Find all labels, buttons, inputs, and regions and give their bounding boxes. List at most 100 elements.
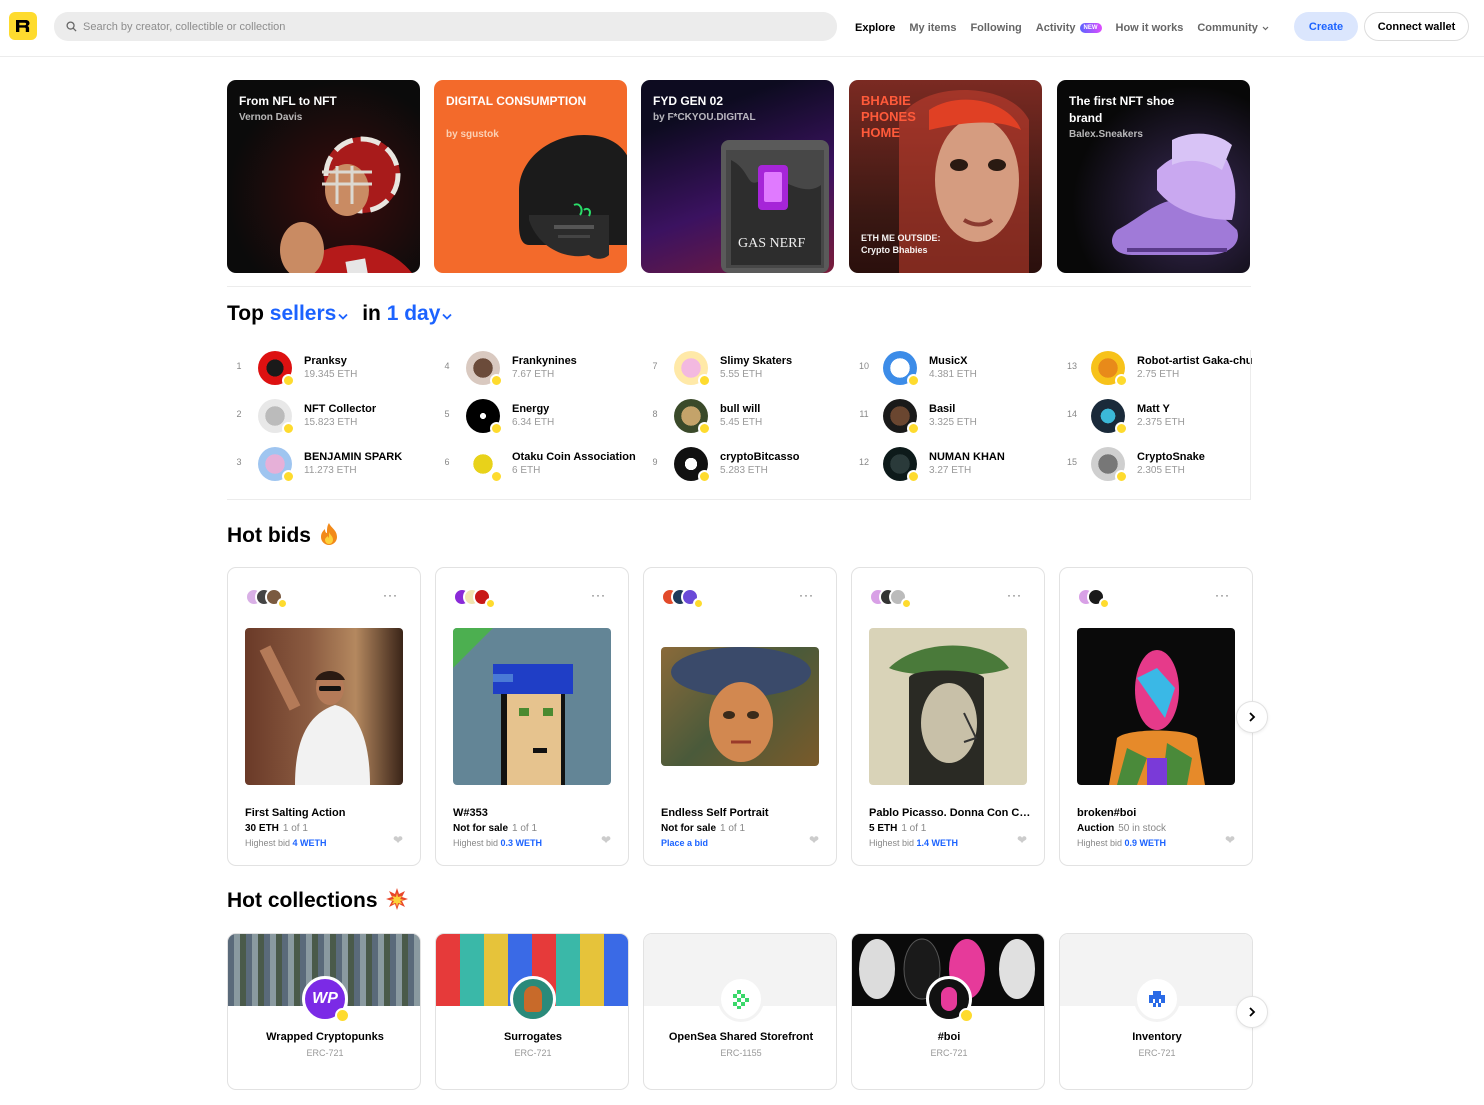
collection-card[interactable]: #boi ERC-721 <box>851 933 1045 1090</box>
collection-card[interactable]: OpenSea Shared Storefront ERC-1155 <box>643 933 837 1090</box>
nav-how-it-works[interactable]: How it works <box>1116 22 1184 34</box>
rarible-logo[interactable] <box>9 12 37 40</box>
promo-card-shoe-brand[interactable]: The first NFT shoe brand Balex.Sneakers <box>1057 80 1250 273</box>
more-options-icon[interactable]: ··· <box>799 588 814 602</box>
chevron-down-icon <box>442 313 453 320</box>
seller-name: Frankynines <box>512 355 577 367</box>
highest-bid-value[interactable]: 0.3 WETH <box>501 838 543 848</box>
highest-bid-value[interactable]: 4 WETH <box>293 838 327 848</box>
seller-volume: 4.381 ETH <box>929 369 977 380</box>
heart-icon[interactable]: ❤ <box>601 833 611 847</box>
seller-row[interactable]: 9 cryptoBitcasso 5.283 ETH <box>648 444 848 484</box>
item-title: Pablo Picasso. Donna Con Cappello <box>869 807 1034 819</box>
nav-my-items[interactable]: My items <box>909 22 956 34</box>
seller-rank: 12 <box>858 457 869 467</box>
seller-row[interactable]: 13 Robot-artist Gaka-chu 2.75 ETH <box>1065 348 1265 388</box>
seller-row[interactable]: 14 Matt Y 2.375 ETH <box>1065 396 1265 436</box>
heart-icon[interactable]: ❤ <box>809 833 819 847</box>
highest-bid-label: Highest bid <box>453 838 499 848</box>
highest-bid-value[interactable]: 1.4 WETH <box>917 838 959 848</box>
bid-card[interactable]: ··· Pablo Picasso. Donna Con Cappello 5 … <box>851 567 1045 866</box>
more-options-icon[interactable]: ··· <box>383 588 398 602</box>
seller-name: bull will <box>720 403 761 415</box>
collection-card[interactable]: Surrogates ERC-721 <box>435 933 629 1090</box>
seller-row[interactable]: 3 BENJAMIN SPARK 11.273 ETH <box>232 444 432 484</box>
artwork-image[interactable] <box>245 628 403 785</box>
collection-card[interactable]: Inventory ERC-721 <box>1059 933 1253 1090</box>
search-bar[interactable] <box>54 12 837 41</box>
seller-volume: 19.345 ETH <box>304 369 358 380</box>
verified-check-icon <box>693 598 704 609</box>
section-divider <box>227 499 1251 500</box>
promo-card-bhabie[interactable]: BHABIE PHONES HOME ETH ME OUTSIDE: Crypt… <box>849 80 1042 273</box>
search-input[interactable] <box>83 20 783 33</box>
hot-collections-title: Hot collections <box>227 889 378 912</box>
pixel-identicon-icon <box>733 990 749 1009</box>
connect-wallet-button[interactable]: Connect wallet <box>1364 12 1469 41</box>
seller-name: Basil <box>929 403 956 415</box>
collection-standard: ERC-721 <box>930 1048 968 1058</box>
bid-card[interactable]: ··· broken#boi Auction 50 in stock Highes… <box>1059 567 1253 866</box>
promo-card-digital-consumption[interactable]: DIGITAL CONSUMPTION by sgustok <box>434 80 627 273</box>
collection-name: #boi <box>937 1031 961 1043</box>
heart-icon[interactable]: ❤ <box>1225 833 1235 847</box>
seller-row[interactable]: 7 Slimy Skaters 5.55 ETH <box>648 348 848 388</box>
artwork-image[interactable] <box>453 628 611 785</box>
seller-volume: 3.27 ETH <box>929 465 972 476</box>
create-button[interactable]: Create <box>1294 12 1358 41</box>
seller-row[interactable]: 8 bull will 5.45 ETH <box>648 396 848 436</box>
price-value: 30 ETH <box>245 823 279 834</box>
seller-row[interactable]: 10 MusicX 4.381 ETH <box>857 348 1057 388</box>
sellers-dropdown[interactable]: sellers <box>270 302 349 325</box>
more-options-icon[interactable]: ··· <box>1007 588 1022 602</box>
seller-row[interactable]: 5 Energy 6.34 ETH <box>440 396 640 436</box>
seller-name: Robot-artist Gaka-chu <box>1137 355 1253 367</box>
bid-card[interactable]: ··· First Salting Action 30 ETH 1 of 1 Hi… <box>227 567 421 866</box>
collection-avatar <box>1134 976 1180 1022</box>
artwork-image[interactable] <box>661 647 819 766</box>
place-a-bid-link[interactable]: Place a bid <box>661 838 708 848</box>
collection-standard: ERC-721 <box>514 1048 552 1058</box>
seller-row[interactable]: 11 Basil 3.325 ETH <box>857 396 1057 436</box>
bid-card[interactable]: ··· W#353 Not for sale 1 of 1 Highest bid… <box>435 567 629 866</box>
sellers-dropdown-label: sellers <box>269 302 337 325</box>
highest-bid: Highest bid 0.9 WETH <box>1077 838 1166 848</box>
bid-card[interactable]: ··· Endless Self Portrait Not for sale 1 … <box>643 567 837 866</box>
artwork-image[interactable] <box>1077 628 1235 785</box>
heart-icon[interactable]: ❤ <box>1017 833 1027 847</box>
nav-activity[interactable]: Activity NEW <box>1036 22 1102 34</box>
heart-icon[interactable]: ❤ <box>393 833 403 847</box>
promo-card-nfl[interactable]: From NFL to NFT Vernon Davis <box>227 80 420 273</box>
seller-row[interactable]: 6 Otaku Coin Association 6 ETH <box>440 444 640 484</box>
verified-check-icon <box>698 470 711 483</box>
seller-row[interactable]: 2 NFT Collector 15.823 ETH <box>232 396 432 436</box>
collection-card[interactable]: WP Wrapped Cryptopunks ERC-721 <box>227 933 421 1090</box>
collections-next-button[interactable] <box>1236 996 1268 1028</box>
seller-rank: 10 <box>858 361 869 371</box>
seller-row[interactable]: 12 NUMAN KHAN 3.27 ETH <box>857 444 1057 484</box>
promo-card-fyd-gen[interactable]: GAS NERF FYD GEN 02 by F*CKYOU.DIGITAL <box>641 80 834 273</box>
nav-explore[interactable]: Explore <box>855 22 895 34</box>
seller-row[interactable]: 1 Pranksy 19.345 ETH <box>232 348 432 388</box>
artwork-image[interactable] <box>869 628 1027 785</box>
nav-community[interactable]: Community <box>1197 22 1269 34</box>
seller-volume: 6 ETH <box>512 465 541 476</box>
item-price: Auction 50 in stock <box>1077 823 1166 834</box>
period-dropdown[interactable]: 1 day <box>387 302 453 325</box>
highest-bid-value[interactable]: 0.9 WETH <box>1125 838 1167 848</box>
edition-count: 1 of 1 <box>282 823 308 834</box>
chevron-down-icon <box>1262 26 1269 30</box>
seller-rank: 15 <box>1066 457 1077 467</box>
salt-bae-image <box>259 645 370 785</box>
seller-row[interactable]: 4 Frankynines 7.67 ETH <box>440 348 640 388</box>
more-options-icon[interactable]: ··· <box>591 588 606 602</box>
hot-bids-next-button[interactable] <box>1236 701 1268 733</box>
more-options-icon[interactable]: ··· <box>1215 588 1230 602</box>
verified-check-icon <box>277 598 288 609</box>
nav-community-label: Community <box>1197 22 1258 34</box>
seller-row[interactable]: 15 CryptoSnake 2.305 ETH <box>1065 444 1265 484</box>
nav-following[interactable]: Following <box>970 22 1021 34</box>
verified-check-icon <box>490 374 503 387</box>
collection-avatar <box>718 976 764 1022</box>
edition-count: 1 of 1 <box>720 823 746 834</box>
